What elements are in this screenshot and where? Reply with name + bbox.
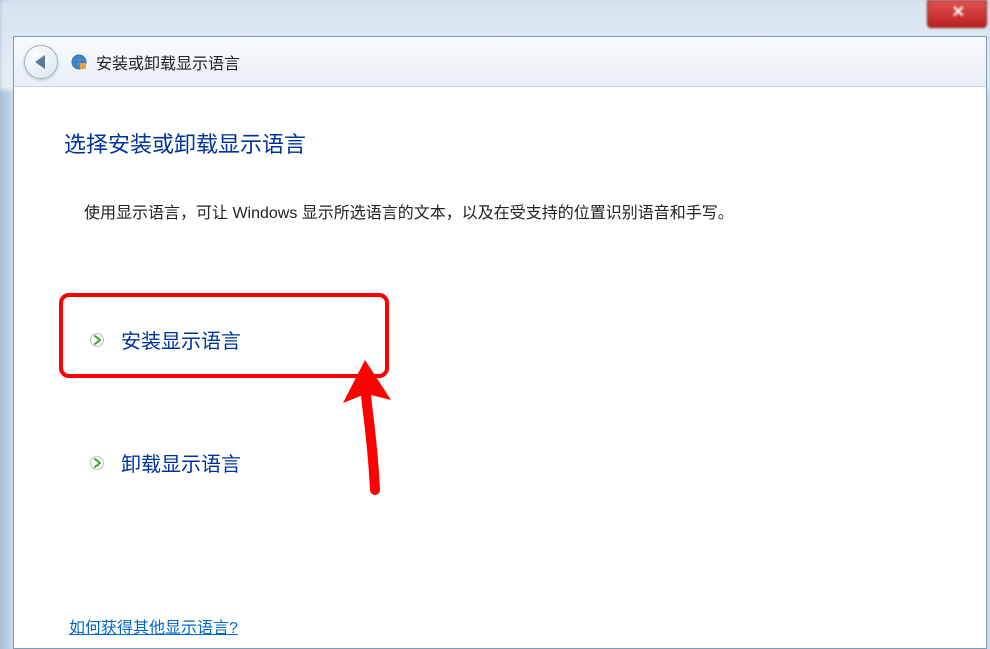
install-language-option[interactable]: 安装显示语言 bbox=[64, 303, 936, 376]
description-text: 使用显示语言，可让 Windows 显示所选语言的文本，以及在受支持的位置识别语… bbox=[64, 199, 936, 223]
page-heading: 选择安装或卸载显示语言 bbox=[64, 127, 936, 159]
title-bar: 安装或卸载显示语言 bbox=[14, 37, 986, 87]
close-icon: ✕ bbox=[952, 2, 965, 22]
uninstall-option-label: 卸载显示语言 bbox=[121, 448, 241, 477]
back-button[interactable] bbox=[24, 45, 58, 79]
dialog-window: 安装或卸载显示语言 选择安装或卸载显示语言 使用显示语言，可让 Windows … bbox=[13, 36, 987, 649]
help-link[interactable]: 如何获得其他显示语言? bbox=[69, 614, 238, 638]
globe-icon bbox=[70, 53, 88, 71]
back-arrow-icon bbox=[35, 55, 45, 69]
arrow-right-icon bbox=[89, 455, 105, 471]
window-title: 安装或卸载显示语言 bbox=[96, 50, 240, 74]
uninstall-language-option[interactable]: 卸载显示语言 bbox=[64, 426, 936, 499]
arrow-right-icon bbox=[89, 332, 105, 348]
content-area: 选择安装或卸载显示语言 使用显示语言，可让 Windows 显示所选语言的文本，… bbox=[14, 87, 986, 648]
install-option-label: 安装显示语言 bbox=[121, 325, 241, 354]
